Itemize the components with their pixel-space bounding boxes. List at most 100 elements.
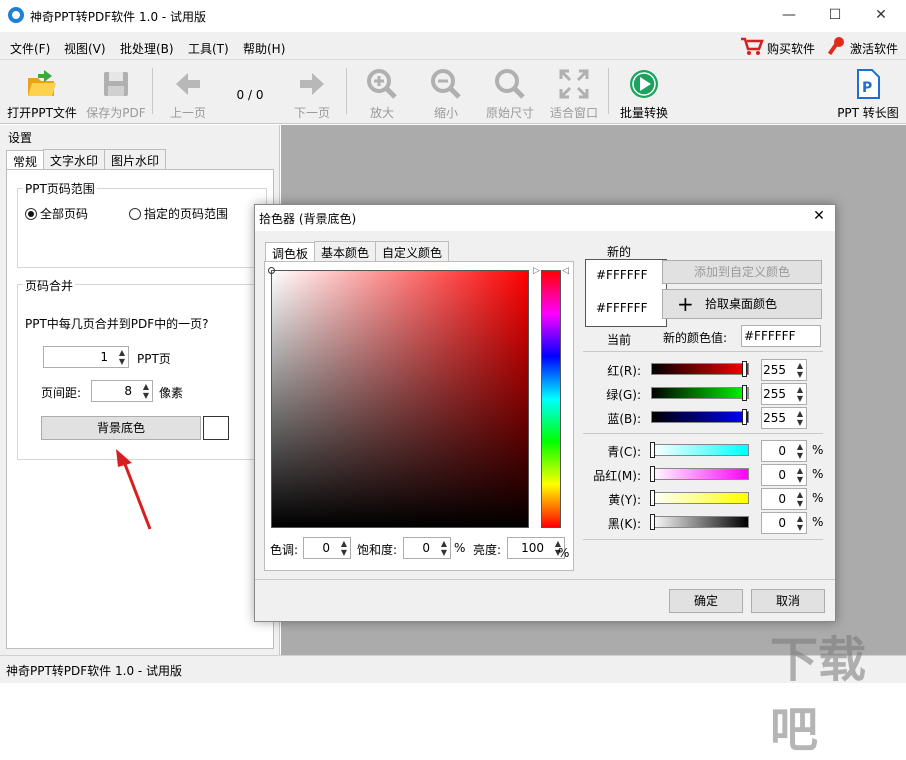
play-circle-icon <box>630 70 658 98</box>
spinner-arrows-icon[interactable]: ▲ ▼ <box>797 466 803 484</box>
cmyk-slider-thumb[interactable] <box>650 466 655 482</box>
cmyk-unit: % <box>812 467 824 481</box>
cmyk-slider[interactable] <box>650 466 749 482</box>
cmyk-value-stepper[interactable]: 0 ▲ ▼ <box>761 440 807 462</box>
cmyk-slider-thumb[interactable] <box>650 442 655 458</box>
spinner-arrows-icon[interactable]: ▲ ▼ <box>143 382 149 400</box>
spinner-arrows-icon[interactable]: ▲ ▼ <box>797 385 803 403</box>
cmyk-value-stepper[interactable]: 0 ▲ ▼ <box>761 488 807 510</box>
cancel-button[interactable]: 取消 <box>751 589 825 613</box>
radio-unselected-icon <box>129 208 141 220</box>
toolbar: 打开PPT文件 保存为PDF 上一页 0 / 0 下一页 放大 缩小 原始尺寸 … <box>0 60 906 124</box>
toolbar-separator <box>608 68 609 114</box>
tab-basic-colors[interactable]: 基本颜色 <box>314 241 377 263</box>
arrow-right-icon <box>300 73 324 95</box>
rgb-value-stepper[interactable]: 255 ▲ ▼ <box>761 383 807 405</box>
spinner-arrows-icon[interactable]: ▲ ▼ <box>341 539 347 557</box>
buy-software-label: 购买软件 <box>767 42 816 56</box>
cmyk-label: 品红(M): <box>593 469 641 483</box>
rgb-value-stepper[interactable]: 255 ▲ ▼ <box>761 407 807 429</box>
brightness-label: 亮度: <box>473 543 502 557</box>
pages-unit: PPT页 <box>137 352 171 366</box>
prev-page-button[interactable]: 上一页 <box>164 64 212 122</box>
menu-tools[interactable]: 工具(T) <box>188 40 229 57</box>
rgb-slider[interactable] <box>651 409 749 425</box>
brightness-stepper[interactable]: 100 ▲ ▼ <box>507 537 565 559</box>
tab-custom-colors[interactable]: 自定义颜色 <box>375 241 450 263</box>
cmyk-value-stepper[interactable]: 0 ▲ ▼ <box>761 512 807 534</box>
red-arrow-annotation <box>116 449 152 530</box>
rgb-slider[interactable] <box>651 361 749 377</box>
cmyk-slider[interactable] <box>650 514 749 530</box>
open-ppt-button[interactable]: 打开PPT文件 <box>4 64 80 122</box>
next-page-button[interactable]: 下一页 <box>288 64 336 122</box>
background-color-swatch[interactable] <box>203 416 229 440</box>
tab-image-watermark[interactable]: 图片水印 <box>104 149 167 171</box>
cmyk-slider[interactable] <box>650 442 749 458</box>
cmyk-slider[interactable] <box>650 490 749 506</box>
new-color-hex: #FFFFFF <box>596 268 648 282</box>
ok-button[interactable]: 确定 <box>669 589 743 613</box>
title-bar: 神奇PPT转PDF软件 1.0 - 试用版 — ☐ ✕ <box>0 0 906 32</box>
cmyk-slider-thumb[interactable] <box>650 490 655 506</box>
close-button[interactable]: ✕ <box>858 0 904 32</box>
color-preview: #FFFFFF #FFFFFF <box>585 259 667 327</box>
maximize-button[interactable]: ☐ <box>812 0 858 32</box>
add-custom-color-button[interactable]: 添加到自定义颜色 <box>662 260 822 284</box>
spinner-arrows-icon[interactable]: ▲ ▼ <box>797 409 803 427</box>
app-icon <box>8 7 24 23</box>
ppt-to-long-image-button[interactable]: P PPT 转长图 <box>830 64 906 122</box>
saturation-unit: % <box>454 541 466 555</box>
save-pdf-button[interactable]: 保存为PDF <box>84 64 148 122</box>
brightness-unit: % <box>558 546 570 560</box>
dialog-close-button[interactable]: ✕ <box>807 208 831 228</box>
spinner-arrows-icon[interactable]: ▲ ▼ <box>797 514 803 532</box>
spinner-arrows-icon[interactable]: ▲ ▼ <box>797 490 803 508</box>
background-color-button[interactable]: 背景底色 <box>41 416 201 440</box>
saturation-brightness-field[interactable] <box>271 270 529 528</box>
new-color-value-input[interactable]: #FFFFFF <box>741 325 821 347</box>
hue-slider-left-marker-icon[interactable]: ▷ <box>533 266 540 276</box>
svg-text:P: P <box>862 80 872 96</box>
range-custom-label: 指定的页码范围 <box>144 207 229 221</box>
hue-stepper[interactable]: 0 ▲ ▼ <box>303 537 351 559</box>
spinner-arrows-icon[interactable]: ▲ ▼ <box>797 361 803 379</box>
cmyk-value-stepper[interactable]: 0 ▲ ▼ <box>761 464 807 486</box>
saturation-stepper[interactable]: 0 ▲ ▼ <box>403 537 451 559</box>
spinner-arrows-icon[interactable]: ▲ ▼ <box>797 442 803 460</box>
rgb-value-stepper[interactable]: 255 ▲ ▼ <box>761 359 807 381</box>
pick-desktop-color-button[interactable]: + 拾取桌面颜色 <box>662 289 822 319</box>
spinner-arrows-icon[interactable]: ▲ ▼ <box>119 348 125 366</box>
color-picker-dialog: 拾色器 (背景底色) ✕ 调色板 基本颜色 自定义颜色 ▷ ◁ 色调: 0 ▲ ▼ … <box>254 204 836 622</box>
rgb-slider-thumb[interactable] <box>742 385 747 401</box>
window-title: 神奇PPT转PDF软件 1.0 - 试用版 <box>30 10 207 24</box>
batch-convert-button[interactable]: 批量转换 <box>616 64 672 122</box>
zoom-in-button[interactable]: 放大 <box>358 64 406 122</box>
original-size-button[interactable]: 原始尺寸 <box>482 64 538 122</box>
cmyk-slider-thumb[interactable] <box>650 514 655 530</box>
rgb-slider[interactable] <box>651 385 749 401</box>
pages-per-sheet-stepper[interactable]: 1 ▲ ▼ <box>43 346 129 368</box>
rgb-value: 255 <box>763 411 786 425</box>
rgb-slider-thumb[interactable] <box>742 361 747 377</box>
page-spacing-stepper[interactable]: 8 ▲ ▼ <box>91 380 153 402</box>
range-custom-radio[interactable]: 指定的页码范围 <box>129 205 228 222</box>
fit-window-button[interactable]: 适合窗口 <box>546 64 602 122</box>
zoom-out-button[interactable]: 缩小 <box>422 64 470 122</box>
tab-text-watermark[interactable]: 文字水印 <box>43 149 106 171</box>
menu-help[interactable]: 帮助(H) <box>243 40 285 57</box>
dialog-title: 拾色器 (背景底色) <box>259 212 357 226</box>
hue-slider-right-marker-icon[interactable]: ◁ <box>562 266 569 276</box>
divider <box>583 351 823 352</box>
general-tab-content: PPT页码范围 全部页码 指定的页码范围 页码合并 PPT中每几页合并到PDF中… <box>6 169 274 649</box>
hue-slider[interactable] <box>541 270 561 528</box>
range-all-radio[interactable]: 全部页码 <box>25 205 88 222</box>
menu-batch[interactable]: 批处理(B) <box>120 40 174 57</box>
menu-file[interactable]: 文件(F) <box>10 40 50 57</box>
color-cursor[interactable] <box>268 267 275 274</box>
rgb-slider-thumb[interactable] <box>742 409 747 425</box>
page-range-group-title: PPT页码范围 <box>23 180 97 197</box>
minimize-button[interactable]: — <box>766 0 812 32</box>
menu-view[interactable]: 视图(V) <box>64 40 106 57</box>
spinner-arrows-icon[interactable]: ▲ ▼ <box>441 539 447 557</box>
